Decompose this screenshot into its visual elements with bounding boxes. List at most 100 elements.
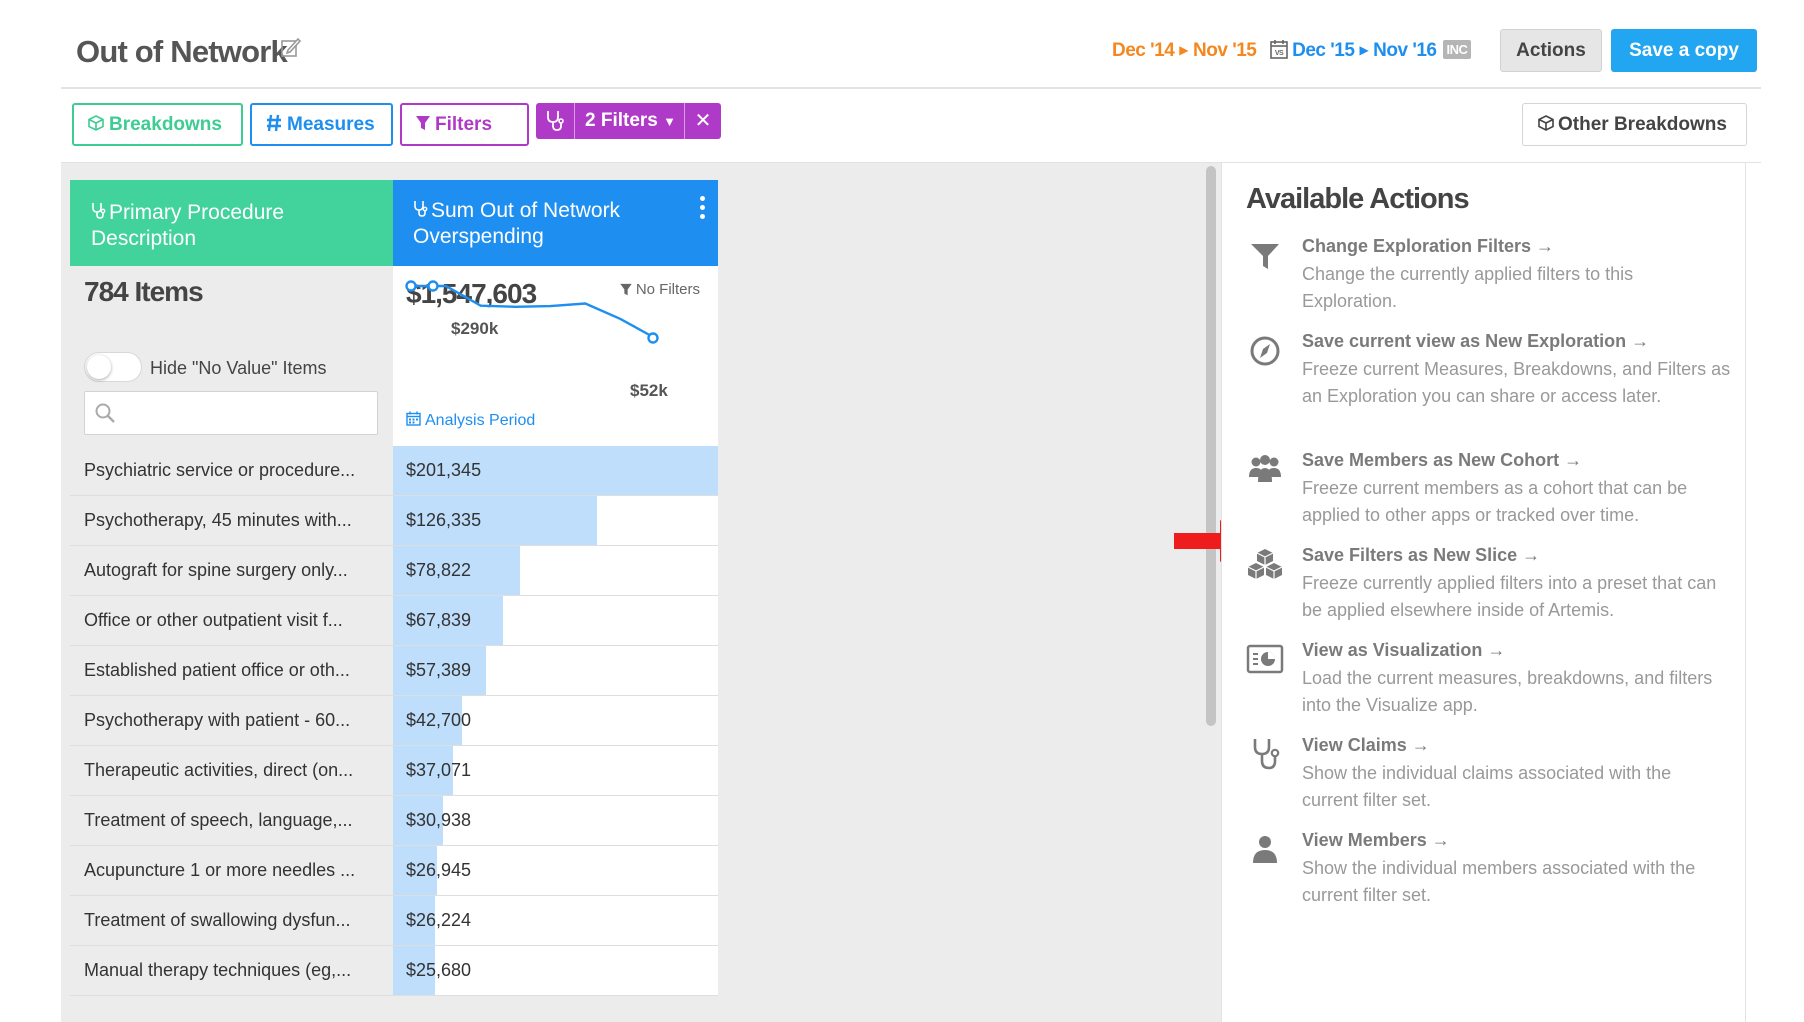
column-header-overspending[interactable]: Sum Out of Network Overspending: [393, 180, 718, 266]
range1-arrow-icon: ▶: [1179, 43, 1189, 57]
page-title: Out of Network: [76, 34, 288, 69]
clear-filters-button[interactable]: ✕: [685, 103, 722, 139]
range2-end: Nov '16: [1373, 40, 1437, 61]
row-value-cell: $30,938: [393, 796, 718, 845]
action-description: Freeze current Measures, Breakdowns, and…: [1302, 359, 1731, 406]
toolbar: Breakdowns Measures Filters 2 Filters ▼ …: [61, 89, 1761, 163]
row-value: $126,335: [406, 510, 482, 530]
breakdowns-button[interactable]: Breakdowns: [72, 103, 243, 146]
hide-no-value-toggle[interactable]: [84, 352, 142, 382]
action-description: Show the individual claims associated wi…: [1302, 763, 1672, 810]
table-row[interactable]: Established patient office or oth... $57,…: [70, 646, 718, 696]
action-title: View Members →: [1302, 830, 1450, 850]
other-breakdowns-button[interactable]: Other Breakdowns: [1522, 103, 1747, 146]
row-value-cell: $25,680: [393, 946, 718, 995]
sparkline-point: [405, 280, 417, 292]
row-label: Manual therapy techniques (eg,...: [70, 946, 393, 995]
row-value: $37,071: [406, 760, 472, 780]
table-row[interactable]: Manual therapy techniques (eg,... $25,680: [70, 946, 718, 996]
funnel-icon: [1251, 244, 1279, 269]
stethoscope-icon: [1253, 739, 1280, 770]
actions-button[interactable]: Actions: [1500, 29, 1602, 72]
range2-arrow-icon: ▶: [1359, 43, 1369, 57]
table-row[interactable]: Autograft for spine surgery only... $78,8…: [70, 546, 718, 596]
date-ranges[interactable]: Dec '14 ▶ Nov '15 VS Dec '15 ▶ Nov '16 INC: [1112, 39, 1472, 62]
measures-button[interactable]: Measures: [250, 103, 393, 146]
header: Out of Network Dec '14 ▶ Nov '15 VS Dec '1…: [61, 0, 1761, 89]
stethoscope-icon: [92, 203, 106, 220]
row-label: Treatment of swallowing dysfun...: [70, 896, 393, 945]
row-label: Autograft for spine surgery only...: [70, 546, 393, 595]
cube-icon: [1538, 115, 1554, 131]
filters-label: Filters: [435, 114, 493, 135]
analysis-period-link[interactable]: Analysis Period: [406, 411, 536, 430]
range1-start: Dec '14: [1112, 40, 1175, 61]
inc-badge: INC: [1442, 40, 1472, 59]
row-value: $26,945: [406, 860, 472, 880]
calendar-vs-icon: VS: [1270, 39, 1288, 59]
group-icon: [1249, 455, 1281, 482]
row-label: Psychotherapy, 45 minutes with...: [70, 496, 393, 545]
row-label: Established patient office or oth...: [70, 646, 393, 695]
actions-panel-title: Available Actions: [1246, 183, 1470, 215]
row-value: $201,345: [406, 460, 482, 480]
sparkline-point: [647, 332, 659, 344]
stethoscope-icon: [414, 201, 428, 218]
active-filter-group: 2 Filters ▼ ✕: [536, 103, 722, 139]
row-label: Therapeutic activities, direct (on...: [70, 746, 393, 795]
sparkline-min-label: $52k: [630, 381, 668, 400]
column-header-procedure-label: Primary Procedure Description: [91, 201, 285, 250]
sparkline-line: [411, 284, 656, 340]
action-description: Change the currently applied filters to …: [1302, 264, 1634, 311]
calendar-icon: [406, 411, 421, 426]
row-value: $78,822: [406, 560, 472, 580]
toggle-knob: [87, 355, 111, 379]
column-menu-icon[interactable]: [700, 196, 706, 223]
action-title: Change Exploration Filters →: [1302, 236, 1555, 256]
edit-icon[interactable]: [280, 36, 302, 58]
active-filters-dropdown[interactable]: 2 Filters ▼: [574, 103, 686, 139]
action-title: View as Visualization →: [1302, 640, 1506, 660]
search-input[interactable]: [123, 400, 363, 426]
row-value-cell: $201,345: [393, 446, 718, 495]
row-value: $25,680: [406, 960, 472, 980]
table-row[interactable]: Therapeutic activities, direct (on... $37…: [70, 746, 718, 796]
row-value-cell: $26,945: [393, 846, 718, 895]
action-title: View Claims →: [1302, 735, 1430, 755]
search-field[interactable]: [84, 391, 378, 435]
cube-icon: [88, 115, 104, 131]
table-row[interactable]: Psychotherapy with patient - 60... $42,70…: [70, 696, 718, 746]
breakdowns-label: Breakdowns: [109, 114, 222, 135]
overspending-summary: $1,547,603 No Filters $290k $52k Analysi…: [393, 266, 718, 446]
table-row[interactable]: Office or other outpatient visit f... $67…: [70, 596, 718, 646]
filters-button[interactable]: Filters: [400, 103, 529, 146]
available-actions-panel: Available Actions Change Exploration Fil…: [1221, 163, 1746, 1022]
row-value: $26,224: [406, 910, 472, 930]
caret-down-icon: ▼: [663, 114, 677, 129]
column-header-overspending-label: Sum Out of Network Overspending: [413, 199, 621, 248]
stethoscope-icon[interactable]: [536, 103, 574, 139]
row-value-cell: $42,700: [393, 696, 718, 745]
action-description: Freeze currently applied filters into a …: [1302, 573, 1717, 620]
items-count: 784 Items: [84, 276, 204, 307]
row-value: $42,700: [406, 710, 472, 730]
hash-icon: [267, 114, 281, 132]
analysis-period-label: Analysis Period: [425, 412, 536, 429]
column-header-procedure[interactable]: Primary Procedure Description: [70, 180, 393, 266]
sparkline-point: [427, 280, 439, 292]
scrollbar-thumb[interactable]: [1206, 166, 1216, 726]
table-row[interactable]: Treatment of speech, language,... $30,938: [70, 796, 718, 846]
table-row[interactable]: Treatment of swallowing dysfun... $26,224: [70, 896, 718, 946]
table-row[interactable]: Acupuncture 1 or more needles ... $26,945: [70, 846, 718, 896]
table-row[interactable]: Psychiatric service or procedure... $201,…: [70, 446, 718, 496]
row-value-cell: $57,389: [393, 646, 718, 695]
row-label: Psychotherapy with patient - 60...: [70, 696, 393, 745]
row-value: $67,839: [406, 610, 472, 630]
save-copy-button[interactable]: Save a copy: [1611, 29, 1757, 72]
sparkline: [405, 280, 659, 344]
table-row[interactable]: Psychotherapy, 45 minutes with... $126,33…: [70, 496, 718, 546]
measures-label: Measures: [287, 114, 375, 135]
row-value-cell: $78,822: [393, 546, 718, 595]
table-rows: Psychiatric service or procedure... $201,…: [70, 446, 718, 996]
action-title: Save Filters as New Slice →: [1302, 545, 1541, 565]
